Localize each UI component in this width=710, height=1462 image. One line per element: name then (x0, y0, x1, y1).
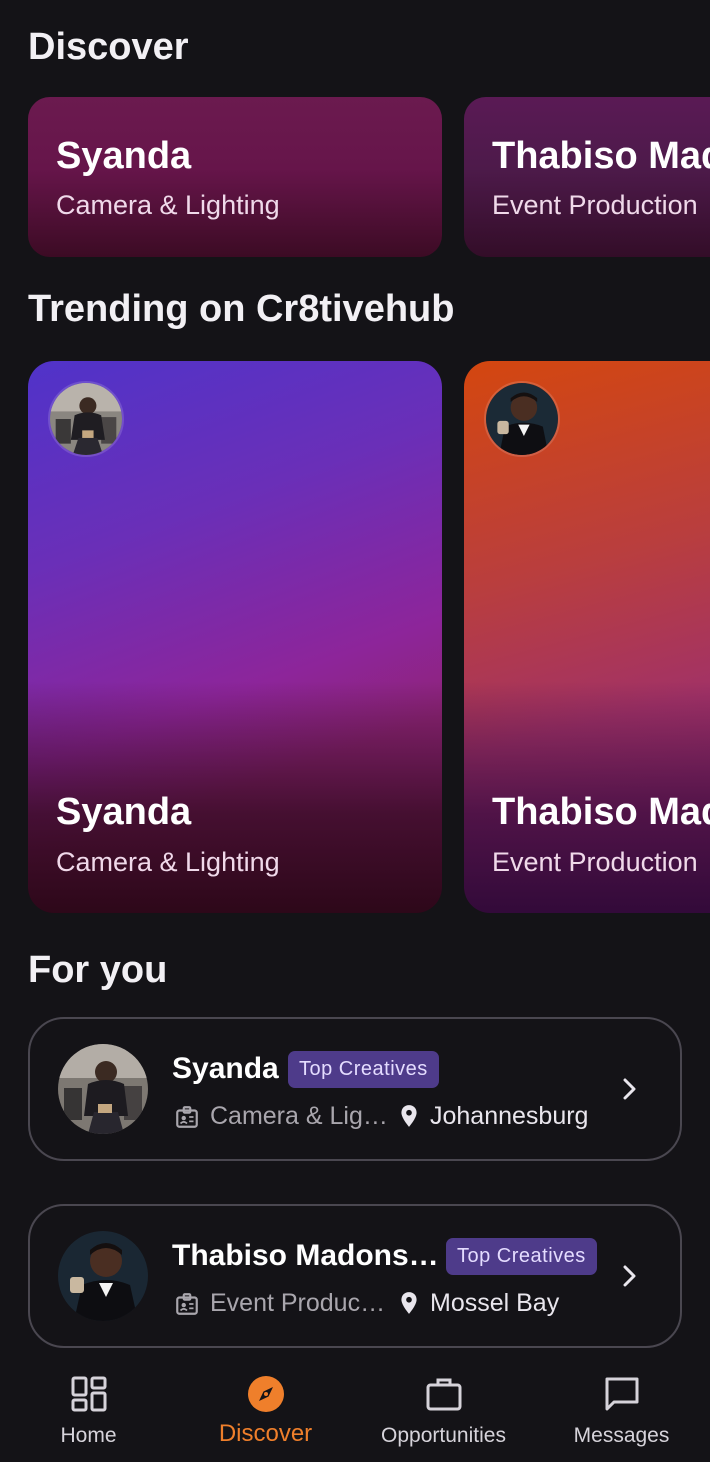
bottom-nav: Home Discover Opportunities Messages (0, 1362, 710, 1462)
card-name: Thabiso Madonsela (492, 135, 710, 177)
creative-name: Syanda (172, 1052, 279, 1085)
trending-heading: Trending on Cr8tivehub (28, 288, 455, 330)
nav-label: Messages (573, 1424, 670, 1447)
creative-location: Mossel Bay (430, 1289, 560, 1317)
location-pin-icon (401, 1292, 417, 1314)
dashboard-icon (71, 1376, 106, 1412)
nav-label: Home (60, 1424, 117, 1447)
id-badge-icon (176, 1106, 198, 1128)
chevron-right-icon[interactable] (618, 1261, 642, 1291)
creative-category: Event Produc… (210, 1289, 386, 1317)
nav-discover[interactable]: Discover (177, 1362, 354, 1462)
discover-card-syanda[interactable]: Syanda Camera & Lighting (28, 97, 442, 257)
card-category: Event Production (492, 190, 698, 220)
avatar (58, 1231, 148, 1321)
briefcase-icon (426, 1378, 461, 1411)
compass-icon (247, 1376, 284, 1412)
location-pin-icon (401, 1105, 417, 1127)
nav-label: Opportunities (381, 1424, 506, 1447)
discover-carousel[interactable]: Syanda Camera & Lighting Thabiso Madonse… (28, 97, 710, 257)
card-name: Syanda (56, 135, 192, 177)
chevron-right-icon[interactable] (618, 1074, 642, 1104)
chat-bubble-icon (605, 1377, 638, 1411)
card-category: Camera & Lighting (56, 847, 280, 877)
avatar (58, 1044, 148, 1134)
card-category: Camera & Lighting (56, 190, 280, 220)
id-badge-icon (176, 1293, 198, 1315)
nav-messages[interactable]: Messages (533, 1362, 710, 1462)
card-name: Thabiso Madonsela (492, 791, 710, 833)
list-item[interactable]: Thabiso Madons… Top Creatives Event Prod… (28, 1204, 682, 1348)
list-item[interactable]: Syanda Top Creatives Camera & Lig… Johan… (28, 1017, 682, 1161)
nav-label: Discover (218, 1420, 313, 1447)
for-you-heading: For you (28, 949, 168, 991)
nav-home[interactable]: Home (0, 1362, 177, 1462)
trending-card-thabiso[interactable]: Thabiso Madonsela Event Production (464, 361, 710, 913)
photographer-avatar (48, 381, 124, 457)
status-badge: Top Creatives (288, 1051, 439, 1088)
card-name: Syanda (56, 791, 192, 833)
card-category: Event Production (492, 847, 698, 877)
discover-heading: Discover (28, 26, 189, 68)
trending-card-syanda[interactable]: Syanda Camera & Lighting (28, 361, 442, 913)
trending-carousel[interactable]: Syanda Camera & Lighting Thabiso Madonse… (28, 361, 710, 913)
discover-screen: Discover Syanda Camera & Lighting Thabis… (0, 0, 710, 1462)
status-badge: Top Creatives (446, 1238, 597, 1275)
suit-man-avatar (484, 381, 560, 457)
creative-category: Camera & Lig… (210, 1102, 388, 1130)
discover-card-thabiso[interactable]: Thabiso Madonsela Event Production (464, 97, 710, 257)
creative-name: Thabiso Madons… (172, 1239, 439, 1272)
nav-opportunities[interactable]: Opportunities (355, 1362, 532, 1462)
creative-location: Johannesburg (430, 1102, 589, 1130)
